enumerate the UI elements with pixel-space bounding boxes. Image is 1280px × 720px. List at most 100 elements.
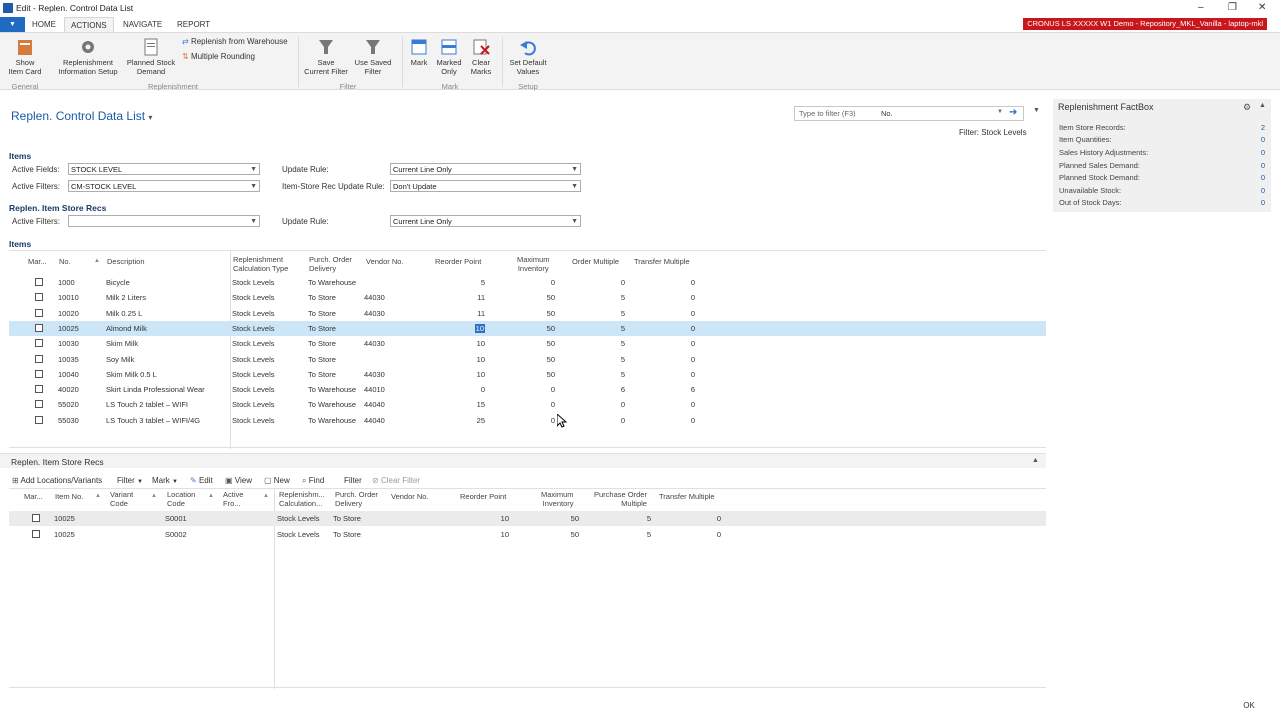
max-inventory-cell[interactable]: 50	[517, 324, 555, 333]
order-multiple-cell[interactable]: 5	[587, 324, 625, 333]
max-inventory-cell[interactable]: 50	[517, 339, 555, 348]
transfer-multiple-cell[interactable]: 0	[657, 370, 695, 379]
order-multiple-cell[interactable]: 5	[587, 339, 625, 348]
reorder-point-cell[interactable]: 15	[449, 400, 485, 409]
reorder-point-cell[interactable]: 11	[449, 309, 485, 318]
order-multiple-cell[interactable]: 0	[587, 416, 625, 425]
order-multiple-cell[interactable]: 5	[587, 370, 625, 379]
marked-only-button[interactable]: Marked Only	[434, 37, 464, 76]
po-delivery-cell[interactable]: To Store	[308, 309, 336, 318]
table-row[interactable]: 10020 Milk 0.25 L Stock Levels To Store 4403…	[9, 306, 1046, 321]
max-inventory-cell[interactable]: 50	[517, 355, 555, 364]
active-fields-select[interactable]: STOCK LEVEL ▼	[68, 163, 260, 175]
col-header-po-delivery[interactable]: Purch. Order Delivery	[309, 255, 352, 273]
restore-icon[interactable]: ❐	[1228, 2, 1237, 13]
item-no-cell[interactable]: 40020	[58, 385, 79, 394]
replenish-from-warehouse-button[interactable]: ⇄ Replenish from Warehouse	[182, 37, 288, 46]
calc-type-cell[interactable]: Stock Levels	[232, 355, 275, 364]
item-no-cell[interactable]: 55030	[58, 416, 79, 425]
col-header-location-code[interactable]: Location Code	[167, 490, 195, 508]
col-header-max-inventory[interactable]: Maximum Inventory	[517, 255, 550, 273]
reorder-point-cell[interactable]: 10	[471, 514, 509, 523]
transfer-multiple-cell[interactable]: 0	[657, 339, 695, 348]
mark-checkbox[interactable]	[35, 385, 43, 394]
po-delivery-cell[interactable]: To Warehouse	[308, 385, 356, 394]
table-row[interactable]: 40020 Skirt Linda Professional Wear Stock …	[9, 382, 1046, 397]
new-button[interactable]: ▢ New	[264, 476, 290, 485]
col-header-max-inventory[interactable]: Maximum Inventory	[541, 490, 574, 508]
reorder-point-cell[interactable]: 0	[449, 385, 485, 394]
reorder-point-cell[interactable]: 5	[449, 278, 485, 287]
mark-checkbox[interactable]	[32, 514, 40, 522]
reorder-point-cell[interactable]: 25	[449, 416, 485, 425]
table-row[interactable]: 10035 Soy Milk Stock Levels To Store 10 50 5 0	[9, 352, 1046, 367]
table-row[interactable]: 10025 Almond Milk Stock Levels To Store 10 50…	[9, 320, 1046, 336]
item-no-cell[interactable]: 10040	[58, 370, 79, 379]
tab-actions[interactable]: ACTIONS	[64, 17, 114, 32]
vendor-cell[interactable]: 44040	[364, 400, 385, 409]
item-no-cell[interactable]: 10030	[58, 339, 79, 348]
location-code-cell[interactable]: S0002	[165, 530, 187, 539]
isr-active-filters-select[interactable]: ▼	[68, 215, 260, 227]
max-inventory-cell[interactable]: 50	[541, 514, 579, 523]
add-locations-variants-button[interactable]: ⊞ Add Locations/Variants	[12, 476, 102, 485]
location-code-cell[interactable]: S0001	[165, 514, 187, 523]
arrow-right-icon[interactable]: ➔	[1009, 107, 1017, 118]
pin-icon[interactable]: ⚙	[1243, 102, 1251, 113]
max-inventory-cell[interactable]: 50	[517, 293, 555, 302]
item-no-cell[interactable]: 1000	[58, 278, 75, 287]
po-multiple-cell[interactable]: 5	[613, 514, 651, 523]
replen-calc-cell[interactable]: Stock Levels	[277, 514, 320, 523]
edit-button[interactable]: ✎ Edit	[190, 476, 213, 485]
col-header-transfer-multiple[interactable]: Transfer Multiple	[659, 492, 715, 501]
mark-checkbox[interactable]	[35, 323, 43, 332]
calc-type-cell[interactable]: Stock Levels	[232, 385, 275, 394]
item-no-cell[interactable]: 10025	[58, 324, 79, 333]
page-title[interactable]: Replen. Control Data List ▾	[11, 109, 152, 123]
calc-type-cell[interactable]: Stock Levels	[232, 324, 275, 333]
po-delivery-cell[interactable]: To Store	[308, 324, 336, 333]
description-cell[interactable]: Skim Milk	[106, 339, 138, 348]
transfer-multiple-cell[interactable]: 0	[657, 293, 695, 302]
col-header-reorder-point[interactable]: Reorder Point	[460, 492, 506, 501]
transfer-multiple-cell[interactable]: 0	[683, 514, 721, 523]
max-inventory-cell[interactable]: 50	[517, 309, 555, 318]
reorder-point-cell[interactable]: 10	[449, 355, 485, 364]
table-row[interactable]: 10010 Milk 2 Liters Stock Levels To Store 44…	[9, 290, 1046, 305]
active-filters-select[interactable]: CM-STOCK LEVEL ▼	[68, 180, 260, 192]
col-header-po-multiple[interactable]: Purchase Order Multiple	[594, 490, 647, 508]
max-inventory-cell[interactable]: 50	[541, 530, 579, 539]
transfer-multiple-cell[interactable]: 0	[657, 416, 695, 425]
order-multiple-cell[interactable]: 5	[587, 355, 625, 364]
description-cell[interactable]: Milk 0.25 L	[106, 309, 142, 318]
description-cell[interactable]: LS Touch 3 tablet – WIFI/4G	[106, 416, 200, 425]
po-delivery-cell[interactable]: To Store	[308, 370, 336, 379]
clear-marks-button[interactable]: Clear Marks	[466, 37, 496, 76]
col-header-calc-type[interactable]: Replenishment Calculation Type	[233, 255, 288, 273]
reorder-point-cell[interactable]: 10	[449, 339, 485, 348]
description-cell[interactable]: Almond Milk	[106, 324, 147, 333]
po-delivery-cell[interactable]: To Warehouse	[308, 416, 356, 425]
order-multiple-cell[interactable]: 6	[587, 385, 625, 394]
reorder-point-cell[interactable]: 10	[449, 370, 485, 379]
col-header-replen-calc[interactable]: Replenishm... Calculation...	[279, 490, 325, 508]
vendor-cell[interactable]: 44030	[364, 293, 385, 302]
col-header-variant-code[interactable]: Variant Code	[110, 490, 133, 508]
col-header-mark[interactable]: Mar...	[28, 257, 47, 266]
description-cell[interactable]: Milk 2 Liters	[106, 293, 146, 302]
item-no-cell[interactable]: 10020	[58, 309, 79, 318]
clear-filter-button[interactable]: ⊘ Clear Filter	[372, 476, 420, 485]
collapse-icon[interactable]: ▲	[1259, 102, 1266, 109]
filter-field-select[interactable]: No.	[881, 109, 893, 118]
description-cell[interactable]: Skirt Linda Professional Wear	[106, 385, 205, 394]
filter-input[interactable]: Type to filter (F3)	[799, 109, 856, 118]
col-header-vendor[interactable]: Vendor No.	[366, 257, 404, 266]
calc-type-cell[interactable]: Stock Levels	[232, 278, 275, 287]
mark-checkbox[interactable]	[35, 415, 43, 424]
tab-report[interactable]: REPORT	[171, 17, 216, 32]
order-multiple-cell[interactable]: 5	[587, 309, 625, 318]
mark-checkbox[interactable]	[35, 400, 43, 409]
app-menu-button[interactable]: ▼	[0, 17, 25, 32]
order-multiple-cell[interactable]: 0	[587, 400, 625, 409]
vendor-cell[interactable]: 44030	[364, 339, 385, 348]
